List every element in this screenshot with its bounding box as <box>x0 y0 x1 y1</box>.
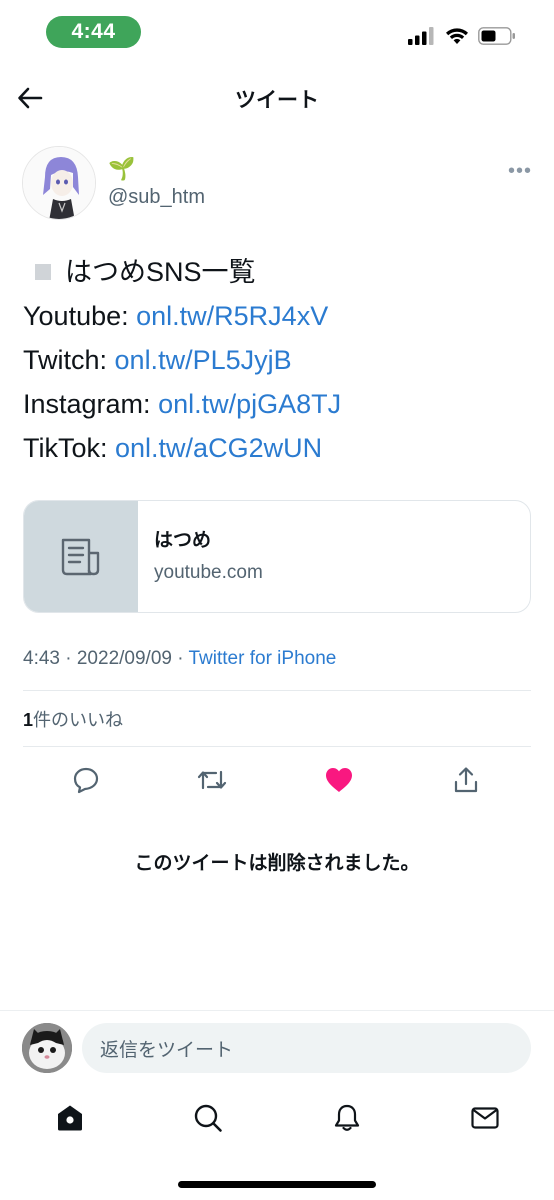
card-text: はつめ youtube.com <box>138 501 263 612</box>
status-icons <box>408 24 516 48</box>
tweet-link[interactable]: onl.tw/aCG2wUN <box>115 433 322 463</box>
tweet-link-line: TikTok: onl.tw/aCG2wUN <box>23 426 533 470</box>
link-preview-card[interactable]: はつめ youtube.com <box>23 500 531 613</box>
page-title: ツイート <box>235 89 319 112</box>
tab-search[interactable] <box>188 1098 228 1138</box>
tweet-link-line: Instagram: onl.tw/pjGA8TJ <box>23 382 533 426</box>
likes-label: 件のいいね <box>33 710 124 730</box>
tweet-actions <box>0 758 554 802</box>
tweet-link-line: Youtube: onl.tw/R5RJ4xV <box>23 294 533 338</box>
reply-bar: 返信をツイート <box>0 1010 554 1082</box>
status-bar: 4:44 <box>0 0 554 64</box>
retweet-button[interactable] <box>194 762 230 798</box>
tweet-author: 🌱 @sub_htm ••• <box>22 146 532 222</box>
card-thumbnail <box>24 501 138 612</box>
tab-messages[interactable] <box>465 1098 505 1138</box>
retweet-icon <box>197 770 227 790</box>
search-icon <box>194 1104 222 1132</box>
bottom-tab-bar <box>0 1090 554 1150</box>
likes-count: 1 <box>23 710 34 730</box>
like-button[interactable] <box>321 762 357 798</box>
card-title: はつめ <box>154 530 212 551</box>
reply-button[interactable] <box>68 762 104 798</box>
author-handle[interactable]: @sub_htm <box>108 186 205 209</box>
tab-notifications[interactable] <box>327 1098 367 1138</box>
tweet-text: はつめSNS一覧 Youtube: onl.tw/R5RJ4xV Twitch:… <box>23 250 533 470</box>
battery-icon <box>478 27 515 45</box>
tweet-link[interactable]: onl.tw/R5RJ4xV <box>136 301 328 331</box>
header: ツイート <box>0 72 554 124</box>
share-icon <box>454 767 478 793</box>
reply-input[interactable]: 返信をツイート <box>82 1023 531 1073</box>
status-time[interactable]: 4:44 <box>46 16 141 48</box>
cat-avatar-image <box>22 1023 72 1073</box>
share-button[interactable] <box>448 762 484 798</box>
messages-icon <box>471 1107 499 1129</box>
home-icon <box>58 1105 82 1131</box>
tweet-meta: 4:43 · 2022/09/09 · Twitter for iPhone <box>23 648 336 670</box>
tweet-title-line: はつめSNS一覧 <box>23 250 533 294</box>
reply-icon <box>73 767 99 794</box>
tab-home[interactable] <box>50 1098 90 1138</box>
square-bullet-icon <box>35 263 51 280</box>
wifi-icon <box>446 28 468 44</box>
user-avatar[interactable] <box>22 1023 72 1073</box>
home-indicator[interactable] <box>178 1181 376 1188</box>
tweet-link[interactable]: onl.tw/PL5JyjB <box>115 345 292 375</box>
tweet-detail-screen: 4:44 ツイート 🌱 @sub_htm ••• はつめSNS一覧 Youtub… <box>0 0 554 1200</box>
divider <box>23 690 531 691</box>
tweet-title: はつめSNS一覧 <box>65 257 256 287</box>
link-label: Instagram: <box>23 389 159 419</box>
article-icon <box>61 538 100 575</box>
notifications-icon <box>334 1104 360 1131</box>
tweet-link[interactable]: onl.tw/pjGA8TJ <box>158 389 341 419</box>
heart-icon <box>326 768 352 792</box>
cellular-signal-icon <box>408 27 434 45</box>
deleted-tweet-notice: このツイートは削除されました。 <box>134 853 420 874</box>
link-label: Twitch: <box>23 345 115 375</box>
avatar-illustration <box>23 147 95 219</box>
more-icon[interactable]: ••• <box>508 160 532 183</box>
card-domain: youtube.com <box>154 562 263 583</box>
likes-count-link[interactable]: 1件のいいね <box>23 706 123 732</box>
tweet-link-line: Twitch: onl.tw/PL5JyjB <box>23 338 533 382</box>
author-display-name[interactable]: 🌱 <box>108 156 135 182</box>
tweet-source-link[interactable]: Twitter for iPhone <box>189 648 337 669</box>
link-label: Youtube: <box>23 301 137 331</box>
divider <box>23 746 531 747</box>
author-avatar[interactable] <box>22 146 96 220</box>
tweet-timestamp: 4:43 · 2022/09/09 · <box>23 648 189 669</box>
link-label: TikTok: <box>23 433 116 463</box>
